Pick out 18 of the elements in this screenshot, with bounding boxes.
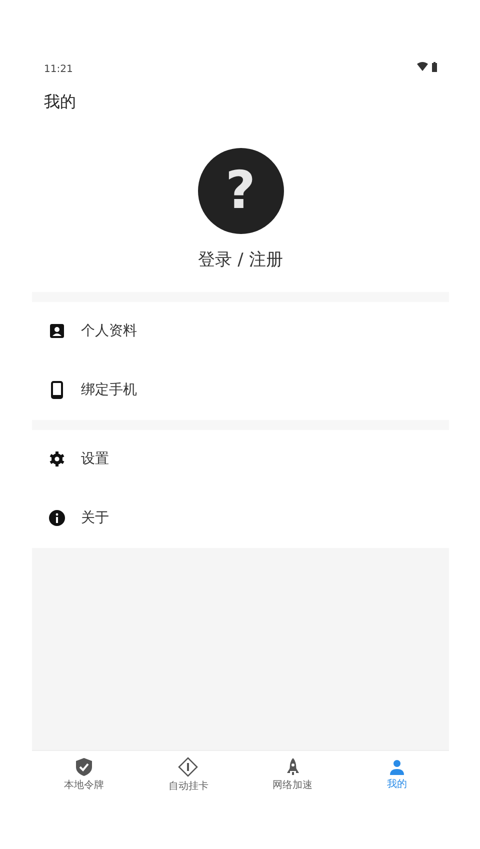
info-icon	[49, 510, 65, 526]
battery-icon	[432, 62, 437, 72]
settings-icon	[49, 451, 65, 467]
phone-icon	[49, 381, 65, 399]
person-icon	[388, 759, 405, 775]
contact-card-icon	[49, 323, 65, 339]
status-time: 11:21	[44, 63, 73, 77]
tab[interactable]: 自动挂卡	[136, 751, 240, 800]
rocket-icon	[286, 758, 300, 776]
avatar[interactable]: ?	[198, 148, 284, 234]
tab[interactable]: 我的	[344, 751, 449, 800]
shield-check-icon	[76, 758, 92, 776]
login-link[interactable]: 登录 / 注册	[198, 248, 283, 274]
tab[interactable]: 网络加速	[240, 751, 345, 800]
tab[interactable]: 本地令牌	[32, 751, 136, 800]
diamond-icon	[178, 757, 198, 777]
wifi-icon	[417, 62, 428, 71]
page-title: 我的	[43, 91, 77, 113]
